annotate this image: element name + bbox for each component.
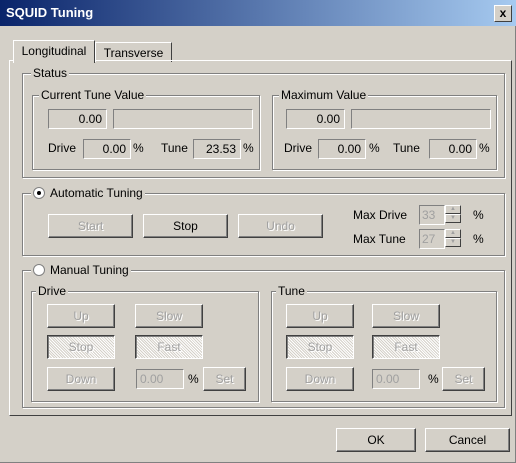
maximum-tune-label: Tune xyxy=(393,141,420,155)
drive-slow-button[interactable]: Slow xyxy=(135,304,203,328)
status-group: Status Current Tune Value 0.00 Drive 0.0… xyxy=(22,66,505,178)
tab-transverse-label: Transverse xyxy=(103,46,164,60)
manual-tuning-radio[interactable] xyxy=(33,264,45,276)
squid-tuning-dialog: SQUID Tuning x Longitudinal Transverse S… xyxy=(0,0,516,463)
tune-slow-button[interactable]: Slow xyxy=(372,304,440,328)
max-tune-value[interactable]: 27 xyxy=(419,229,445,249)
manual-tune-label: Tune xyxy=(276,284,307,298)
tab-longitudinal[interactable]: Longitudinal xyxy=(13,40,95,63)
tune-down-button[interactable]: Down xyxy=(286,367,354,391)
maximum-value-label: Maximum Value xyxy=(279,88,369,102)
start-button[interactable]: Start xyxy=(48,214,133,238)
drive-down-button[interactable]: Down xyxy=(47,367,115,391)
tune-stop-button[interactable]: Stop xyxy=(286,335,354,359)
max-drive-spinner[interactable]: 33 ▲ ▼ xyxy=(419,205,461,225)
manual-drive-group: Drive Up Slow Stop Fast Down 0.00 % Set xyxy=(31,284,259,402)
drive-up-button[interactable]: Up xyxy=(47,304,115,328)
max-drive-unit: % xyxy=(473,208,484,222)
automatic-tuning-group: Automatic Tuning Start Stop Undo Max Dri… xyxy=(22,186,505,256)
tune-set-button[interactable]: Set xyxy=(442,367,485,391)
maximum-drive-unit: % xyxy=(369,141,380,155)
automatic-tuning-label: Automatic Tuning xyxy=(50,186,143,200)
automatic-tuning-radio[interactable] xyxy=(33,187,45,199)
max-tune-spinner[interactable]: 27 ▲ ▼ xyxy=(419,229,461,249)
drive-value-unit: % xyxy=(188,372,199,386)
manual-tuning-group: Manual Tuning Drive Up Slow Stop Fast Do… xyxy=(22,263,505,408)
tune-value-input[interactable]: 0.00 xyxy=(372,369,420,389)
drive-set-button[interactable]: Set xyxy=(203,367,246,391)
tab-longitudinal-label: Longitudinal xyxy=(21,44,87,58)
title-bar: SQUID Tuning x xyxy=(0,0,516,26)
current-drive-label: Drive xyxy=(48,141,77,155)
automatic-tuning-option[interactable]: Automatic Tuning xyxy=(31,186,145,200)
tab-transverse[interactable]: Transverse xyxy=(95,42,172,62)
ok-button[interactable]: OK xyxy=(336,428,416,452)
current-drive-value: 0.00 xyxy=(83,139,131,159)
max-tune-unit: % xyxy=(473,232,484,246)
spin-up-icon[interactable]: ▲ xyxy=(445,205,461,214)
maximum-value-group: Maximum Value 0.00 Drive 0.00 % Tune 0.0… xyxy=(272,88,497,170)
drive-stop-button[interactable]: Stop xyxy=(47,335,115,359)
current-tune-label: Current Tune Value xyxy=(39,88,147,102)
manual-drive-label: Drive xyxy=(36,284,69,298)
status-group-label: Status xyxy=(31,66,70,80)
maximum-value-bar xyxy=(351,109,491,129)
tune-value-unit: % xyxy=(428,372,439,386)
spin-down-icon[interactable]: ▼ xyxy=(445,214,461,223)
manual-tuning-option[interactable]: Manual Tuning xyxy=(31,263,131,277)
maximum-tune-unit: % xyxy=(479,141,490,155)
manual-tuning-label: Manual Tuning xyxy=(50,263,129,277)
current-tune-group: Current Tune Value 0.00 Drive 0.00 % Tun… xyxy=(32,88,260,170)
current-tune-percent: 23.53 xyxy=(193,139,241,159)
current-tune-bar xyxy=(113,109,253,129)
window-title: SQUID Tuning xyxy=(6,5,94,20)
current-drive-unit: % xyxy=(133,141,144,155)
maximum-drive-value: 0.00 xyxy=(318,139,366,159)
max-drive-value[interactable]: 33 xyxy=(419,205,445,225)
tune-fast-button[interactable]: Fast xyxy=(372,335,440,359)
cancel-button[interactable]: Cancel xyxy=(425,428,510,452)
manual-tune-group: Tune Up Slow Stop Fast Down 0.00 % Set xyxy=(271,284,497,402)
maximum-tune-value: 0.00 xyxy=(429,139,477,159)
maximum-drive-label: Drive xyxy=(284,141,313,155)
maximum-value: 0.00 xyxy=(286,109,345,129)
close-button[interactable]: x xyxy=(494,5,512,22)
max-drive-label: Max Drive xyxy=(353,208,408,222)
max-tune-label: Max Tune xyxy=(353,232,406,246)
tune-up-button[interactable]: Up xyxy=(286,304,354,328)
radio-selected-dot xyxy=(37,191,41,195)
spin-down-icon[interactable]: ▼ xyxy=(445,238,461,247)
drive-fast-button[interactable]: Fast xyxy=(135,335,203,359)
drive-value-input[interactable]: 0.00 xyxy=(136,369,184,389)
spin-up-icon[interactable]: ▲ xyxy=(445,229,461,238)
current-tune-unit: % xyxy=(243,141,254,155)
current-tune-value: 0.00 xyxy=(48,109,107,129)
current-tune-label-small: Tune xyxy=(161,141,188,155)
stop-button[interactable]: Stop xyxy=(143,214,228,238)
undo-button[interactable]: Undo xyxy=(238,214,323,238)
